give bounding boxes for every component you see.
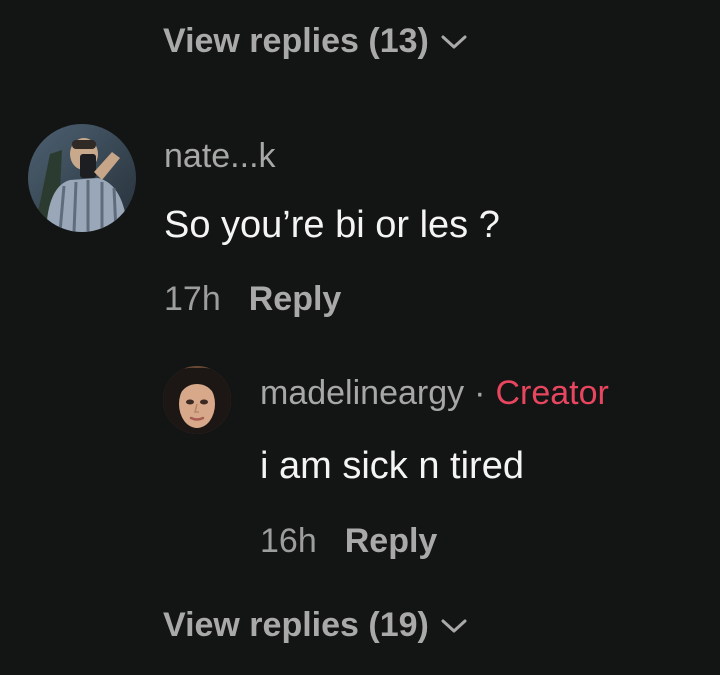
- reply-reply-button[interactable]: Reply: [345, 522, 438, 561]
- comment-reply-button[interactable]: Reply: [249, 280, 342, 319]
- comment-meta: 17h Reply: [164, 280, 341, 319]
- view-replies-label-top: View replies (13): [163, 22, 429, 60]
- comment-text: So you’re bi or les ?: [164, 204, 500, 246]
- chevron-down-icon: [441, 34, 467, 50]
- reply-username[interactable]: madelineargy: [260, 374, 464, 412]
- reply-username-line: madelineargy · Creator: [260, 374, 609, 413]
- reply-text: i am sick n tired: [260, 445, 524, 487]
- commenter-avatar[interactable]: [28, 124, 136, 232]
- reply-timestamp: 16h: [260, 522, 317, 560]
- view-replies-button-bottom[interactable]: View replies (19): [163, 606, 467, 645]
- creator-avatar[interactable]: [163, 366, 231, 434]
- chevron-down-icon: [441, 618, 467, 634]
- username-separator: ·: [474, 374, 486, 412]
- creator-badge: Creator: [495, 374, 609, 412]
- view-replies-label-bottom: View replies (19): [163, 606, 429, 644]
- reply-meta: 16h Reply: [260, 522, 437, 561]
- view-replies-button-top[interactable]: View replies (13): [163, 22, 467, 61]
- comment-timestamp: 17h: [164, 280, 221, 318]
- commenter-username[interactable]: nate...k: [164, 137, 276, 176]
